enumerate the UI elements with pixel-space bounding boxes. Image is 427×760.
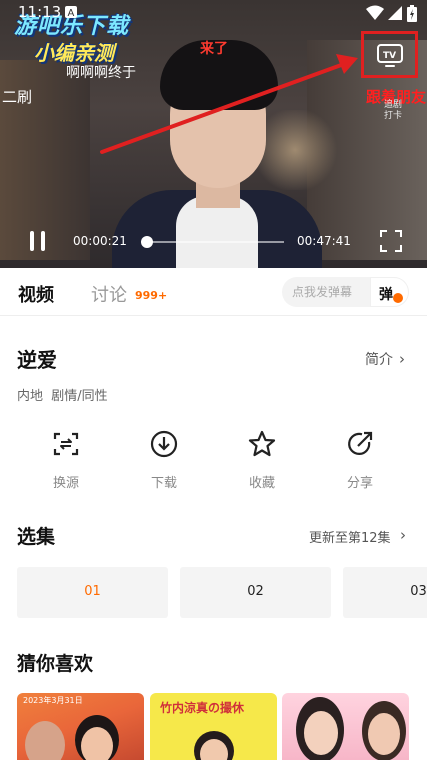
signal-icon xyxy=(388,6,402,20)
star-icon xyxy=(248,430,276,457)
episode-item[interactable]: 03 xyxy=(343,567,427,618)
danmu-bar: 弹 xyxy=(282,277,409,307)
download-icon xyxy=(150,430,178,458)
svg-text:TV: TV xyxy=(383,51,396,61)
chevron-right-icon[interactable]: › xyxy=(399,350,405,368)
poster-figure xyxy=(368,713,400,755)
episode-list: 01 02 03 xyxy=(17,567,427,618)
action-label: 收藏 xyxy=(248,476,275,491)
recommend-card[interactable]: 2023年3月31日 xyxy=(17,693,144,760)
episodes-title: 选集 xyxy=(17,526,56,548)
action-label: 分享 xyxy=(346,476,373,491)
update-status-link[interactable]: 更新至第12集 xyxy=(309,527,391,546)
action-label: 下载 xyxy=(150,476,177,491)
danmu-input[interactable] xyxy=(282,277,370,307)
tab-video[interactable]: 视频 xyxy=(18,281,54,307)
progress-slider[interactable] xyxy=(141,236,284,248)
episode-item[interactable]: 02 xyxy=(180,567,331,618)
switch-source-icon xyxy=(53,432,79,456)
tv-cast-icon[interactable]: TV xyxy=(376,41,404,69)
status-time: 11:13 xyxy=(18,3,62,21)
share-button[interactable]: 分享 xyxy=(330,430,390,492)
show-tags: 内地 剧情/同性 xyxy=(17,389,108,404)
action-label: 换源 xyxy=(52,476,79,491)
svg-text:A: A xyxy=(68,8,75,19)
notification-icon: A xyxy=(65,6,77,19)
share-icon xyxy=(348,431,373,455)
switch-source-button[interactable]: 换源 xyxy=(36,430,96,492)
download-button[interactable]: 下载 xyxy=(134,430,194,492)
video-player[interactable]: 游吧乐下载 小编亲测 二刷 啊啊啊终于 来了 跟着朋友 追剧打卡 11:13 A xyxy=(0,0,427,268)
episode-number: 02 xyxy=(247,584,264,599)
episode-item[interactable]: 01 xyxy=(17,567,168,618)
danmaku-comment: 啊啊啊终于 xyxy=(66,65,136,81)
intro-link[interactable]: 简介 xyxy=(365,349,393,369)
recommend-card[interactable]: 竹内涼真の撮休 xyxy=(150,693,277,760)
current-time: 00:00:21 xyxy=(73,234,127,248)
fullscreen-icon[interactable] xyxy=(380,230,402,252)
recommend-card[interactable] xyxy=(282,693,409,760)
danmaku-comment: 来了 xyxy=(200,41,228,57)
chevron-right-icon[interactable]: › xyxy=(400,526,406,544)
danmaku-comment: 追剧打卡 xyxy=(384,100,403,121)
tab-discuss[interactable]: 讨论 xyxy=(91,281,127,307)
discuss-count-badge: 999+ xyxy=(135,289,168,302)
progress-thumb[interactable] xyxy=(141,236,153,248)
show-title: 逆爱 xyxy=(17,348,57,372)
poster-figure xyxy=(304,711,338,755)
annotation-highlight-box: TV xyxy=(361,31,418,78)
wifi-icon xyxy=(366,5,384,20)
pause-icon[interactable] xyxy=(28,231,50,253)
poster-figure xyxy=(81,727,113,760)
card-caption: 2023年3月31日 xyxy=(23,696,83,705)
app-page: 游吧乐下载 小编亲测 二刷 啊啊啊终于 来了 跟着朋友 追剧打卡 11:13 A xyxy=(0,0,427,760)
recommend-list: 2023年3月31日 竹内涼真の撮休 xyxy=(17,693,427,760)
danmu-toggle-label: 弹 xyxy=(379,287,393,303)
total-time: 00:47:41 xyxy=(297,234,351,248)
danmu-toggle-button[interactable]: 弹 xyxy=(370,277,409,307)
status-bar: 11:13 A xyxy=(0,0,427,26)
danmu-on-icon xyxy=(393,293,403,303)
action-row: 换源 下载 收藏 分享 xyxy=(0,430,427,492)
card-caption: 竹内涼真の撮休 xyxy=(160,701,245,715)
danmaku-comment: 二刷 xyxy=(2,88,33,106)
episode-number: 01 xyxy=(84,584,101,599)
poster-figure xyxy=(25,721,65,760)
battery-icon xyxy=(407,5,417,22)
content-tabs: 视频 讨论 999+ 弹 xyxy=(0,268,427,316)
favorite-button[interactable]: 收藏 xyxy=(232,430,292,492)
recommend-title: 猜你喜欢 xyxy=(17,653,94,675)
episode-number: 03 xyxy=(410,584,427,599)
player-controls: 00:00:21 00:47:41 xyxy=(0,222,427,262)
